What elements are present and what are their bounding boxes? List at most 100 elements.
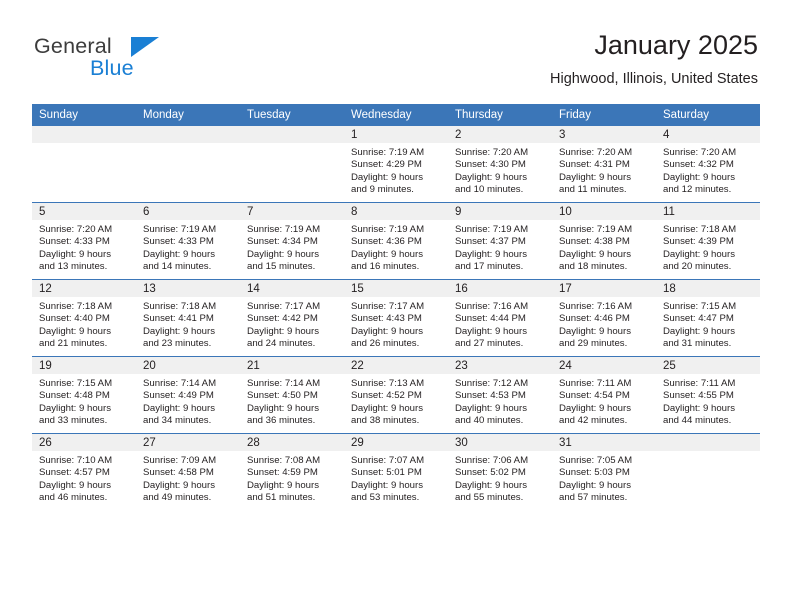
day-sunset-text: Sunset: 4:46 PM <box>559 313 630 325</box>
calendar-day-cell[interactable]: 5 Sunrise: 7:20 AM Sunset: 4:33 PM Daylight… <box>32 202 136 280</box>
day-daylight-line1-text: Daylight: 9 hours <box>559 402 631 414</box>
day-number: 3 <box>552 126 656 143</box>
day-number: 5 <box>32 203 136 220</box>
day-cell-content <box>656 434 760 510</box>
day-sunrise-text: Sunrise: 7:19 AM <box>455 224 529 235</box>
calendar-day-cell[interactable]: 18 Sunrise: 7:15 AM Sunset: 4:47 PM Dayligh… <box>656 279 760 357</box>
day-sunset-text: Sunset: 4:32 PM <box>663 159 734 171</box>
calendar-week-row: 12 Sunrise: 7:18 AM Sunset: 4:40 PM Dayligh… <box>32 279 760 357</box>
calendar-day-cell[interactable]: 30 Sunrise: 7:06 AM Sunset: 5:02 PM Dayligh… <box>448 433 552 510</box>
day-sun-info <box>136 143 240 147</box>
calendar-day-cell[interactable]: 19 Sunrise: 7:15 AM Sunset: 4:48 PM Dayligh… <box>32 356 136 434</box>
brand-name-blue: Blue <box>90 56 134 80</box>
calendar-day-cell[interactable]: 29 Sunrise: 7:07 AM Sunset: 5:01 PM Dayligh… <box>344 433 448 510</box>
day-sunrise-text: Sunrise: 7:19 AM <box>143 224 217 235</box>
day-daylight-line1-text: Daylight: 9 hours <box>351 325 423 337</box>
calendar-day-cell[interactable]: 2 Sunrise: 7:20 AM Sunset: 4:30 PM Daylight… <box>448 126 552 203</box>
day-sun-info: Sunrise: 7:19 AM Sunset: 4:29 PM Daylight:… <box>344 143 448 197</box>
day-sunset-text: Sunset: 4:31 PM <box>559 159 630 171</box>
day-sunrise-text: Sunrise: 7:13 AM <box>351 378 425 389</box>
day-sun-info: Sunrise: 7:20 AM Sunset: 4:31 PM Daylight:… <box>552 143 656 197</box>
day-cell-content: 31 Sunrise: 7:05 AM Sunset: 5:03 PM Dayligh… <box>552 434 656 510</box>
day-daylight-line2-text: and 44 minutes. <box>663 415 732 427</box>
day-cell-content: 17 Sunrise: 7:16 AM Sunset: 4:46 PM Dayligh… <box>552 280 656 356</box>
day-cell-content: 9 Sunrise: 7:19 AM Sunset: 4:37 PM Daylight… <box>448 203 552 279</box>
calendar-day-cell[interactable]: 26 Sunrise: 7:10 AM Sunset: 4:57 PM Dayligh… <box>32 433 136 510</box>
day-sunrise-text: Sunrise: 7:17 AM <box>351 301 425 312</box>
calendar-day-cell[interactable]: 7 Sunrise: 7:19 AM Sunset: 4:34 PM Daylight… <box>240 202 344 280</box>
calendar-day-cell[interactable]: 13 Sunrise: 7:18 AM Sunset: 4:41 PM Dayligh… <box>136 279 240 357</box>
day-sun-info: Sunrise: 7:18 AM Sunset: 4:40 PM Daylight:… <box>32 297 136 351</box>
day-daylight-line2-text: and 51 minutes. <box>247 492 316 504</box>
day-daylight-line2-text: and 33 minutes. <box>39 415 108 427</box>
day-sunset-text: Sunset: 4:33 PM <box>143 236 214 248</box>
calendar-week-row: 5 Sunrise: 7:20 AM Sunset: 4:33 PM Daylight… <box>32 202 760 280</box>
day-daylight-line1-text: Daylight: 9 hours <box>143 402 215 414</box>
day-sunset-text: Sunset: 4:50 PM <box>247 390 318 402</box>
day-sun-info: Sunrise: 7:19 AM Sunset: 4:38 PM Daylight:… <box>552 220 656 274</box>
calendar-day-cell[interactable]: 16 Sunrise: 7:16 AM Sunset: 4:44 PM Dayligh… <box>448 279 552 357</box>
calendar-day-cell[interactable]: 9 Sunrise: 7:19 AM Sunset: 4:37 PM Daylight… <box>448 202 552 280</box>
calendar-week-row: 19 Sunrise: 7:15 AM Sunset: 4:48 PM Dayligh… <box>32 356 760 434</box>
day-sunset-text: Sunset: 5:01 PM <box>351 467 422 479</box>
day-sun-info <box>240 143 344 147</box>
calendar-day-cell[interactable]: 24 Sunrise: 7:11 AM Sunset: 4:54 PM Dayligh… <box>552 356 656 434</box>
day-number: 23 <box>448 357 552 374</box>
calendar-day-cell[interactable]: 27 Sunrise: 7:09 AM Sunset: 4:58 PM Dayligh… <box>136 433 240 510</box>
day-daylight-line2-text: and 23 minutes. <box>143 338 212 350</box>
calendar-day-cell[interactable]: 28 Sunrise: 7:08 AM Sunset: 4:59 PM Dayligh… <box>240 433 344 510</box>
day-daylight-line2-text: and 11 minutes. <box>559 184 627 196</box>
calendar-day-cell[interactable]: 25 Sunrise: 7:11 AM Sunset: 4:55 PM Dayligh… <box>656 356 760 434</box>
calendar-day-cell[interactable]: 23 Sunrise: 7:12 AM Sunset: 4:53 PM Dayligh… <box>448 356 552 434</box>
day-sun-info: Sunrise: 7:18 AM Sunset: 4:41 PM Daylight:… <box>136 297 240 351</box>
day-daylight-line1-text: Daylight: 9 hours <box>663 402 735 414</box>
title-block: January 2025 Highwood, Illinois, United … <box>550 28 758 90</box>
day-sunset-text: Sunset: 4:49 PM <box>143 390 214 402</box>
day-sunrise-text: Sunrise: 7:07 AM <box>351 455 425 466</box>
calendar-day-cell[interactable]: 17 Sunrise: 7:16 AM Sunset: 4:46 PM Dayligh… <box>552 279 656 357</box>
calendar-day-cell[interactable]: 3 Sunrise: 7:20 AM Sunset: 4:31 PM Daylight… <box>552 126 656 203</box>
calendar-day-cell[interactable]: 8 Sunrise: 7:19 AM Sunset: 4:36 PM Daylight… <box>344 202 448 280</box>
weekday-header-wednesday: Wednesday <box>344 104 448 126</box>
day-number: 17 <box>552 280 656 297</box>
calendar-day-cell[interactable]: 10 Sunrise: 7:19 AM Sunset: 4:38 PM Dayligh… <box>552 202 656 280</box>
day-daylight-line2-text: and 9 minutes. <box>351 184 414 196</box>
day-sunrise-text: Sunrise: 7:14 AM <box>247 378 321 389</box>
day-number: 19 <box>32 357 136 374</box>
day-sun-info <box>32 143 136 147</box>
day-number: 24 <box>552 357 656 374</box>
day-cell-content: 3 Sunrise: 7:20 AM Sunset: 4:31 PM Daylight… <box>552 126 656 202</box>
day-daylight-line1-text: Daylight: 9 hours <box>39 248 111 260</box>
day-sunset-text: Sunset: 4:57 PM <box>39 467 110 479</box>
day-daylight-line2-text: and 46 minutes. <box>39 492 108 504</box>
calendar-day-cell[interactable]: 6 Sunrise: 7:19 AM Sunset: 4:33 PM Daylight… <box>136 202 240 280</box>
calendar-day-cell[interactable]: 15 Sunrise: 7:17 AM Sunset: 4:43 PM Dayligh… <box>344 279 448 357</box>
day-number: 16 <box>448 280 552 297</box>
brand-logo[interactable]: General Blue <box>34 34 214 86</box>
day-sunset-text: Sunset: 4:47 PM <box>663 313 734 325</box>
calendar-day-cell[interactable]: 12 Sunrise: 7:18 AM Sunset: 4:40 PM Dayligh… <box>32 279 136 357</box>
day-daylight-line2-text: and 10 minutes. <box>455 184 524 196</box>
calendar-day-cell[interactable]: 21 Sunrise: 7:14 AM Sunset: 4:50 PM Dayligh… <box>240 356 344 434</box>
day-sun-info: Sunrise: 7:06 AM Sunset: 5:02 PM Daylight:… <box>448 451 552 505</box>
day-sunrise-text: Sunrise: 7:20 AM <box>559 147 633 158</box>
day-sun-info: Sunrise: 7:15 AM Sunset: 4:48 PM Daylight:… <box>32 374 136 428</box>
weekday-header-monday: Monday <box>136 104 240 126</box>
day-sun-info: Sunrise: 7:15 AM Sunset: 4:47 PM Daylight:… <box>656 297 760 351</box>
day-sunrise-text: Sunrise: 7:16 AM <box>559 301 633 312</box>
calendar-day-cell[interactable]: 31 Sunrise: 7:05 AM Sunset: 5:03 PM Dayligh… <box>552 433 656 510</box>
day-sunrise-text: Sunrise: 7:19 AM <box>351 224 425 235</box>
calendar-day-cell[interactable]: 11 Sunrise: 7:18 AM Sunset: 4:39 PM Dayligh… <box>656 202 760 280</box>
calendar-day-cell[interactable]: 4 Sunrise: 7:20 AM Sunset: 4:32 PM Daylight… <box>656 126 760 203</box>
day-sunset-text: Sunset: 5:03 PM <box>559 467 630 479</box>
day-daylight-line2-text: and 55 minutes. <box>455 492 524 504</box>
day-cell-content: 20 Sunrise: 7:14 AM Sunset: 4:49 PM Dayligh… <box>136 357 240 433</box>
day-sunset-text: Sunset: 4:44 PM <box>455 313 526 325</box>
calendar-day-cell[interactable]: 22 Sunrise: 7:13 AM Sunset: 4:52 PM Dayligh… <box>344 356 448 434</box>
day-daylight-line1-text: Daylight: 9 hours <box>39 325 111 337</box>
calendar-day-cell[interactable]: 14 Sunrise: 7:17 AM Sunset: 4:42 PM Dayligh… <box>240 279 344 357</box>
day-sunset-text: Sunset: 4:39 PM <box>663 236 734 248</box>
calendar-day-cell[interactable]: 20 Sunrise: 7:14 AM Sunset: 4:49 PM Dayligh… <box>136 356 240 434</box>
calendar-day-cell[interactable]: 1 Sunrise: 7:19 AM Sunset: 4:29 PM Daylight… <box>344 126 448 203</box>
day-sunset-text: Sunset: 4:30 PM <box>455 159 526 171</box>
